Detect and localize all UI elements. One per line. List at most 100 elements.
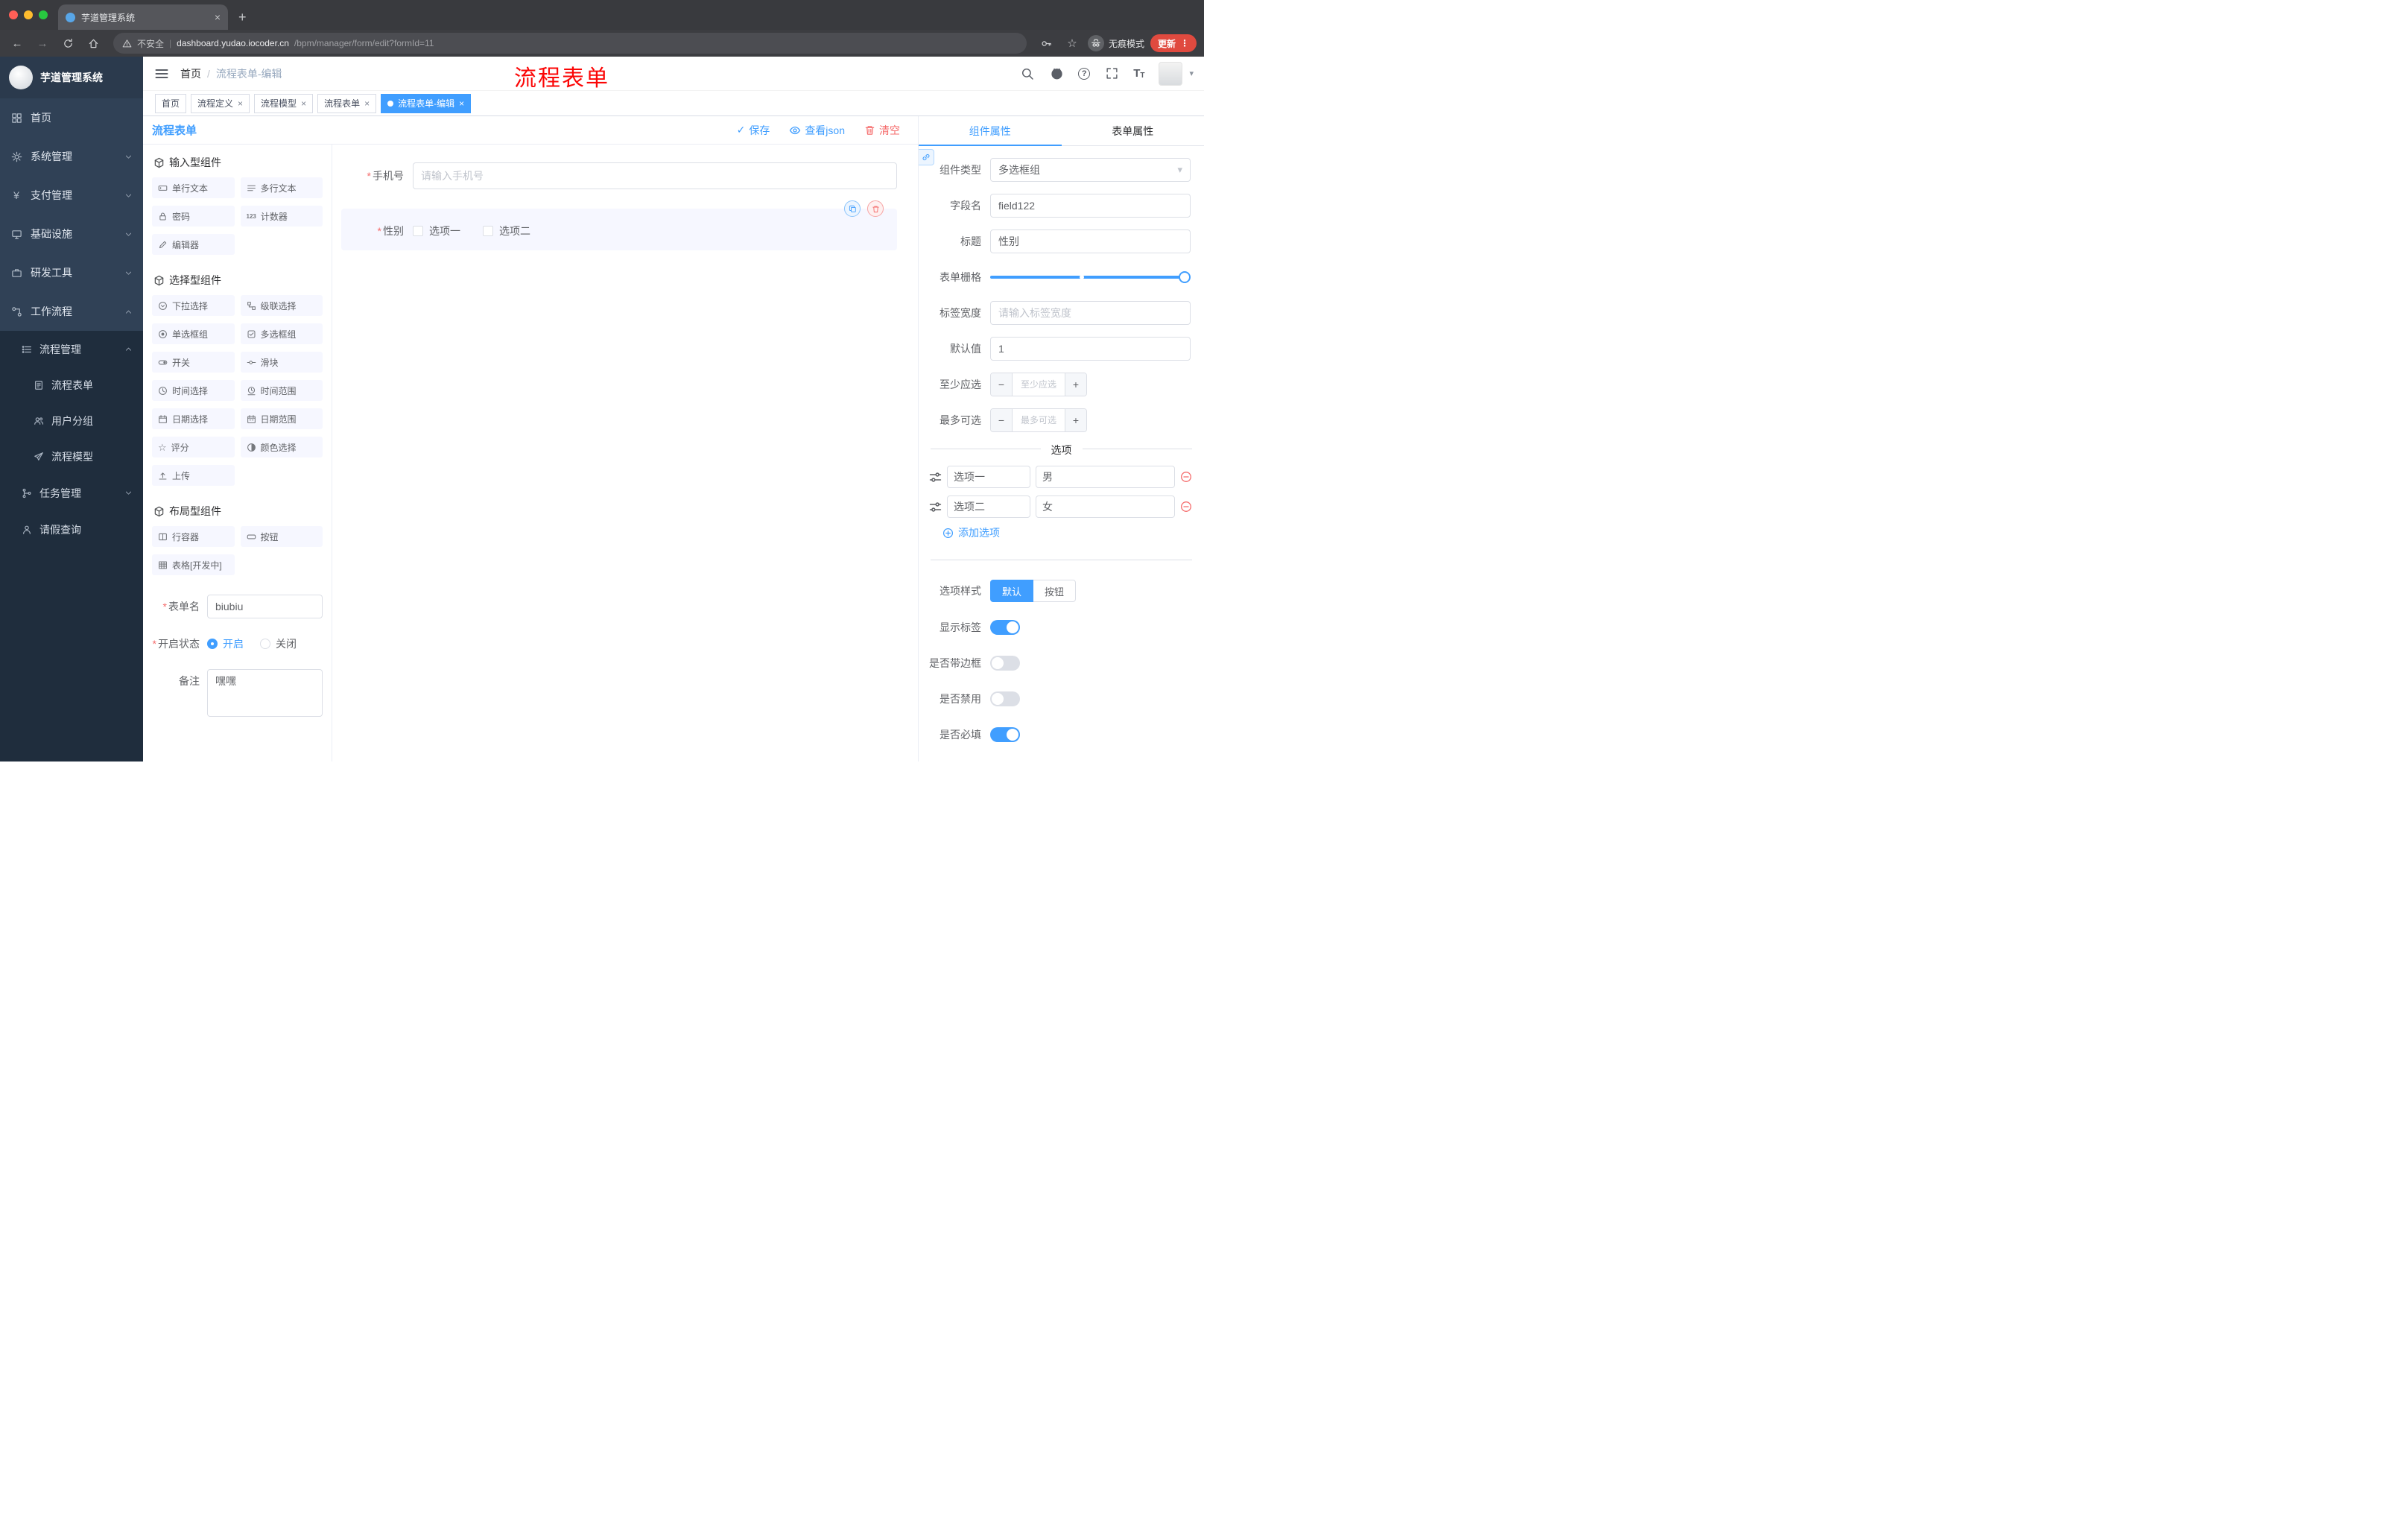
sidebar-item-process-model[interactable]: 流程模型 [0, 439, 143, 475]
component-item-radio-group[interactable]: 单选框组 [152, 323, 235, 344]
help-icon[interactable]: ? [1078, 67, 1091, 80]
search-icon[interactable] [1020, 66, 1035, 81]
increase-button[interactable]: + [1065, 409, 1086, 431]
canvas-field-phone[interactable]: * 手机号 [341, 162, 897, 189]
sidebar-item-system[interactable]: 系统管理 [0, 137, 143, 176]
remove-option-icon[interactable] [1180, 471, 1192, 483]
font-size-icon[interactable]: TT [1133, 67, 1144, 80]
option-value-input[interactable] [1036, 495, 1175, 518]
component-item-color-picker[interactable]: 颜色选择 [240, 437, 323, 457]
forward-icon[interactable]: → [33, 34, 52, 53]
component-item-time-range[interactable]: 时间范围 [240, 380, 323, 401]
browser-update-button[interactable]: 更新 ⋮ [1150, 34, 1197, 52]
component-item-row-container[interactable]: 行容器 [152, 526, 235, 547]
key-icon[interactable] [1037, 34, 1056, 53]
gender-checkbox-option-1[interactable]: 选项一 [413, 224, 460, 238]
canvas-field-gender-selected[interactable]: * 性别 选项一 选项二 [341, 200, 897, 250]
component-item-switch[interactable]: 开关 [152, 352, 235, 373]
title-input[interactable] [990, 229, 1191, 253]
link-icon[interactable] [919, 149, 934, 165]
tab-close-icon[interactable]: × [215, 11, 221, 23]
status-radio-off[interactable]: 关闭 [260, 636, 297, 651]
tag-process-form-edit[interactable]: 流程表单-编辑 × [381, 93, 472, 113]
label-width-input[interactable] [990, 301, 1191, 325]
option-style-default-button[interactable]: 默认 [990, 580, 1034, 602]
breadcrumb-root[interactable]: 首页 [180, 66, 201, 81]
component-item-password[interactable]: 密码 [152, 206, 235, 227]
window-close-button[interactable] [9, 10, 18, 19]
grid-slider[interactable] [990, 265, 1191, 289]
slider-handle[interactable] [1179, 271, 1191, 283]
menu-toggle-icon[interactable] [153, 66, 170, 82]
drag-handle-icon[interactable] [929, 471, 942, 484]
tag-process-definition[interactable]: 流程定义 × [191, 93, 250, 113]
tag-home[interactable]: 首页 [155, 93, 187, 113]
checkbox-icon[interactable] [483, 226, 493, 236]
border-switch[interactable] [990, 656, 1020, 671]
component-item-multi-line-text[interactable]: 多行文本 [240, 177, 323, 198]
back-icon[interactable]: ← [7, 34, 27, 53]
add-option-button[interactable]: 添加选项 [942, 525, 1204, 540]
new-tab-button[interactable]: + [238, 10, 247, 30]
browser-menu-icon[interactable]: ⋮ [1180, 38, 1189, 48]
delete-component-button[interactable] [867, 200, 884, 217]
sidebar-item-task-mgmt[interactable]: 任务管理 [0, 475, 143, 511]
tag-close-icon[interactable]: × [301, 98, 306, 109]
bookmark-star-icon[interactable]: ☆ [1062, 34, 1082, 53]
show-label-switch[interactable] [990, 620, 1020, 635]
option-style-button-button[interactable]: 按钮 [1033, 580, 1077, 602]
field-name-input[interactable] [990, 194, 1191, 218]
save-button[interactable]: ✓ 保存 [737, 123, 770, 138]
remark-textarea[interactable]: 嘿嘿 [207, 669, 323, 717]
option-value-input[interactable] [1036, 466, 1175, 488]
clear-button[interactable]: 清空 [864, 123, 900, 138]
tag-close-icon[interactable]: × [459, 98, 464, 109]
tab-component-props[interactable]: 组件属性 [919, 116, 1062, 146]
component-item-cascader[interactable]: 级联选择 [240, 295, 323, 316]
component-item-slider[interactable]: 滑块 [240, 352, 323, 373]
component-item-table[interactable]: 表格[开发中] [152, 554, 235, 575]
sidebar-item-process-form[interactable]: 流程表单 [0, 367, 143, 403]
decrease-button[interactable]: − [991, 373, 1012, 396]
sidebar-item-workflow[interactable]: 工作流程 [0, 292, 143, 331]
tag-close-icon[interactable]: × [238, 98, 243, 109]
component-item-checkbox-group[interactable]: 多选框组 [240, 323, 323, 344]
github-icon[interactable] [1049, 66, 1064, 81]
component-item-select[interactable]: 下拉选择 [152, 295, 235, 316]
window-zoom-button[interactable] [39, 10, 48, 19]
component-item-date-picker[interactable]: 日期选择 [152, 408, 235, 429]
phone-input[interactable] [413, 162, 897, 189]
home-icon[interactable] [83, 34, 103, 53]
component-item-single-line-text[interactable]: 单行文本 [152, 177, 235, 198]
required-switch[interactable] [990, 727, 1020, 742]
component-item-counter[interactable]: 123 计数器 [240, 206, 323, 227]
fullscreen-icon[interactable] [1104, 66, 1119, 81]
disabled-switch[interactable] [990, 691, 1020, 706]
tag-process-model[interactable]: 流程模型 × [254, 93, 314, 113]
copy-component-button[interactable] [844, 200, 861, 217]
view-json-button[interactable]: 查看json [789, 123, 845, 138]
component-item-date-range[interactable]: 日期范围 [240, 408, 323, 429]
component-type-select[interactable]: 多选框组 ▾ [990, 158, 1191, 182]
drag-handle-icon[interactable] [929, 501, 942, 513]
window-minimize-button[interactable] [24, 10, 33, 19]
browser-tab[interactable]: 芋道管理系统 × [58, 4, 228, 30]
decrease-button[interactable]: − [991, 409, 1012, 431]
remove-option-icon[interactable] [1180, 501, 1192, 513]
increase-button[interactable]: + [1065, 373, 1086, 396]
default-value-input[interactable] [990, 337, 1191, 361]
status-radio-on[interactable]: 开启 [207, 636, 244, 651]
sidebar-item-payment[interactable]: ¥ 支付管理 [0, 176, 143, 215]
component-item-rate[interactable]: ☆ 评分 [152, 437, 235, 457]
component-item-button[interactable]: 按钮 [240, 526, 323, 547]
option-name-input[interactable] [947, 495, 1030, 518]
form-canvas[interactable]: * 手机号 请输入手机号 * 性别 选项一 选项二 [332, 145, 918, 762]
tag-process-form[interactable]: 流程表单 × [317, 93, 377, 113]
sidebar-item-home[interactable]: 首页 [0, 98, 143, 137]
form-name-input[interactable] [207, 595, 323, 618]
avatar-caret-icon[interactable]: ▾ [1189, 69, 1194, 78]
component-item-upload[interactable]: 上传 [152, 465, 235, 486]
gender-checkbox-option-2[interactable]: 选项二 [483, 224, 530, 238]
sidebar-item-process-mgmt[interactable]: 流程管理 [0, 331, 143, 367]
sidebar-item-dev-tools[interactable]: 研发工具 [0, 253, 143, 292]
